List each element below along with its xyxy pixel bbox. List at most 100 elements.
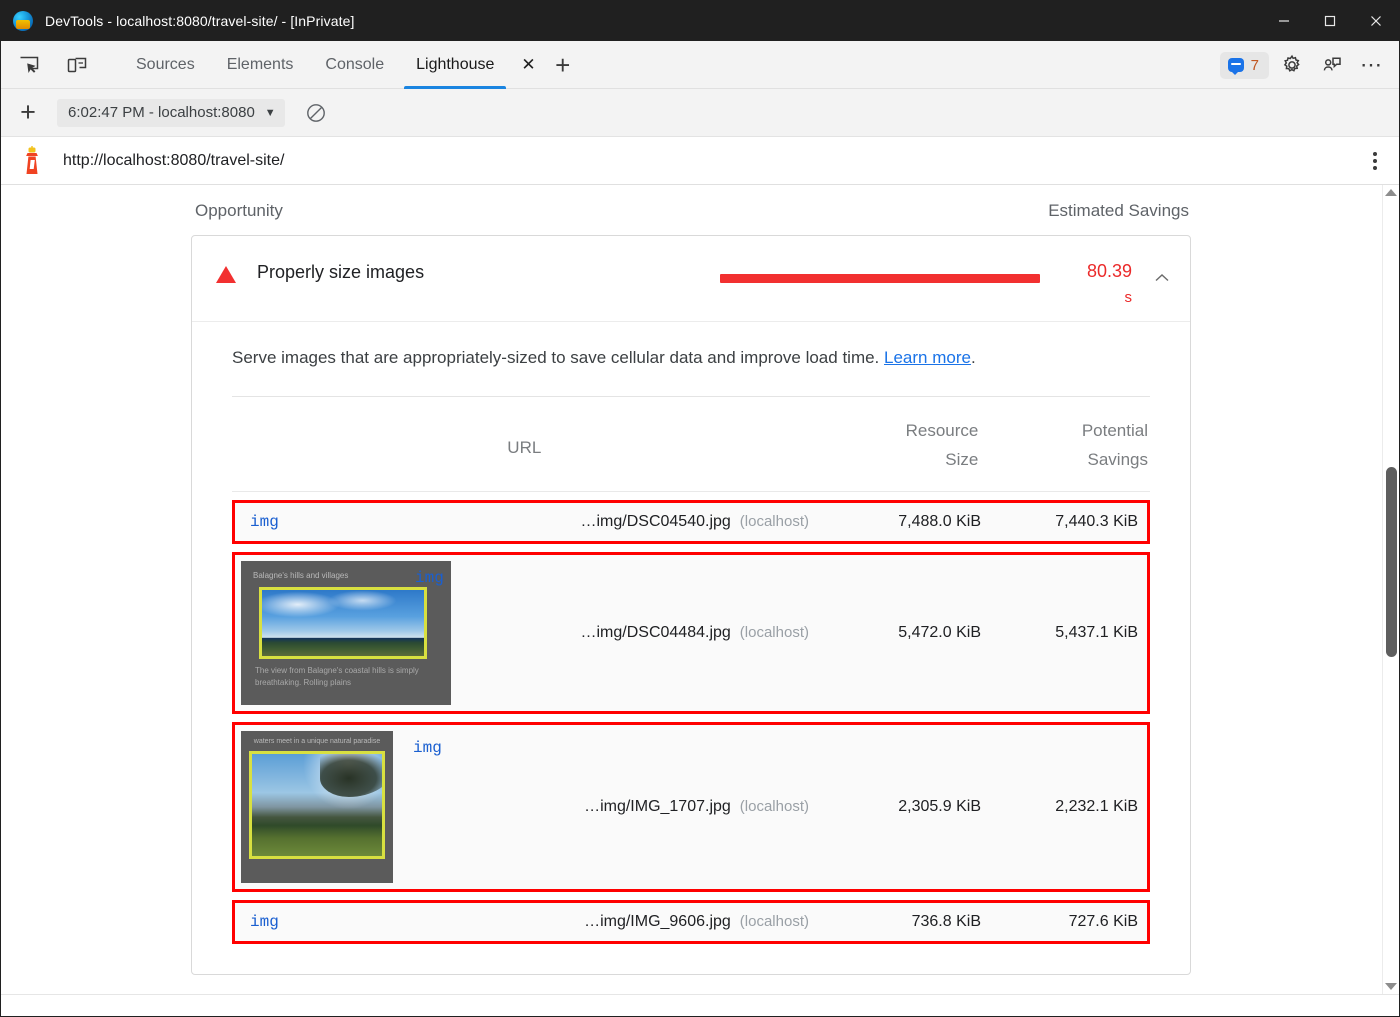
row-potential-savings: 7,440.3 KiB <box>981 513 1147 531</box>
tab-label: Elements <box>227 56 294 74</box>
thumbnail-preview: waters meet in a unique natural paradise <box>241 731 393 883</box>
add-tab-button-wrap: + <box>538 41 580 89</box>
column-header-resource-size: Resource Size <box>817 417 983 475</box>
element-tag[interactable]: img <box>413 739 442 757</box>
toolbar-actions: 7 ⋯ <box>1220 41 1389 89</box>
issues-badge[interactable]: 7 <box>1220 52 1269 79</box>
add-panel-icon[interactable]: + <box>546 48 580 82</box>
run-selector-dropdown[interactable]: 6:02:47 PM - localhost:8080 ▼ <box>57 99 285 127</box>
scroll-down-arrow-icon[interactable] <box>1385 983 1397 990</box>
row-url-cell: …img/IMG_9606.jpg (localhost) <box>355 913 809 931</box>
row-resource-size: 736.8 KiB <box>809 913 981 931</box>
row-resource-size: 5,472.0 KiB <box>809 624 981 642</box>
audit-title: Properly size images <box>257 262 424 283</box>
column-header-url: URL <box>232 417 817 463</box>
photo-image <box>252 754 382 856</box>
row-host: (localhost) <box>740 798 809 815</box>
row-content: img …img/DSC04540.jpg (localhost) 7,488.… <box>235 506 1147 538</box>
maximize-button[interactable] <box>1307 1 1353 41</box>
title-bar: DevTools - localhost:8080/travel-site/ -… <box>1 1 1399 41</box>
window-title: DevTools - localhost:8080/travel-site/ -… <box>45 13 354 29</box>
tab-close-button-wrap: ✕ <box>510 41 537 89</box>
thumbnail-photo <box>259 587 427 659</box>
thumbnail-caption-top: waters meet in a unique natural paradise <box>249 737 385 746</box>
edge-logo-icon <box>13 11 33 31</box>
report-scrollbar[interactable] <box>1382 185 1399 994</box>
audit-header[interactable]: Properly size images 80.39 s <box>192 236 1190 322</box>
more-options-icon[interactable]: ⋯ <box>1355 48 1389 82</box>
savings-bar <box>720 274 1040 283</box>
column-header-potential-savings-line1: Potential <box>982 417 1148 446</box>
close-button[interactable] <box>1353 1 1399 41</box>
table-row[interactable]: waters meet in a unique natural paradise… <box>232 722 1150 892</box>
row-potential-savings: 727.6 KiB <box>981 913 1147 931</box>
audit-header-right: 80.39 s <box>720 258 1172 309</box>
table-row[interactable]: img …img/DSC04540.jpg (localhost) 7,488.… <box>232 500 1150 544</box>
feedback-icon[interactable] <box>1315 48 1349 82</box>
window-controls <box>1261 1 1399 41</box>
inspect-element-icon[interactable] <box>12 48 46 82</box>
title-bar-left: DevTools - localhost:8080/travel-site/ -… <box>1 11 354 31</box>
element-tag[interactable]: img <box>235 913 355 931</box>
row-url: …img/DSC04540.jpg <box>581 513 731 531</box>
thumbnail-caption-bottom: The view from Balagne's coastal hills is… <box>253 665 439 689</box>
message-bubble-icon <box>1228 58 1244 72</box>
active-tab-indicator <box>404 86 506 89</box>
report-url: http://localhost:8080/travel-site/ <box>63 152 284 170</box>
minimize-button[interactable] <box>1261 1 1307 41</box>
row-content: …img/DSC04484.jpg (localhost) 5,472.0 Ki… <box>451 555 1147 711</box>
row-resource-size: 7,488.0 KiB <box>809 513 981 531</box>
audit-description-text: Serve images that are appropriately-size… <box>232 348 879 367</box>
panel-tabs: Sources Elements Console Lighthouse ✕ + <box>120 41 580 89</box>
tab-elements[interactable]: Elements <box>211 41 310 89</box>
tab-label: Lighthouse <box>416 56 494 74</box>
clear-all-button[interactable] <box>301 98 331 128</box>
thumbnail-photo <box>249 751 385 859</box>
audit-description: Serve images that are appropriately-size… <box>192 322 1190 390</box>
table-row[interactable]: Balagne's hills and villages The view fr… <box>232 552 1150 714</box>
row-host: (localhost) <box>740 513 809 530</box>
column-header-potential-savings: Potential Savings <box>982 417 1150 475</box>
device-toolbar-icon[interactable] <box>60 48 94 82</box>
thumbnail-caption-top: Balagne's hills and villages <box>253 571 439 582</box>
table-row[interactable]: img …img/IMG_9606.jpg (localhost) 736.8 … <box>232 900 1150 944</box>
lighthouse-icon <box>19 146 45 176</box>
savings-unit: s <box>1058 286 1132 309</box>
row-url: …img/IMG_9606.jpg <box>584 913 731 931</box>
table-header-row: URL Resource Size Potential Savings <box>232 397 1150 492</box>
savings-value: 80.39 s <box>1058 258 1132 309</box>
scroll-up-arrow-icon[interactable] <box>1385 189 1397 196</box>
gear-icon[interactable] <box>1275 48 1309 82</box>
scrollbar-thumb[interactable] <box>1386 467 1397 657</box>
devtools-window: DevTools - localhost:8080/travel-site/ -… <box>0 0 1400 1017</box>
row-url: …img/DSC04484.jpg <box>581 624 731 642</box>
tab-label: Sources <box>136 56 195 74</box>
tab-sources[interactable]: Sources <box>120 41 211 89</box>
learn-more-link[interactable]: Learn more <box>884 348 971 367</box>
audit-card-properly-size-images: Properly size images 80.39 s <box>191 235 1191 975</box>
report-content: Opportunity Estimated Savings Properly s… <box>191 185 1191 975</box>
row-url-cell: …img/DSC04484.jpg (localhost) <box>451 624 809 642</box>
row-thumbnail: waters meet in a unique natural paradise <box>235 725 393 889</box>
audit-results-table: URL Resource Size Potential Savings <box>232 396 1150 944</box>
chevron-up-icon[interactable] <box>1152 268 1172 288</box>
column-header-resource-size-line1: Resource <box>817 417 979 446</box>
opportunity-table-header: Opportunity Estimated Savings <box>191 193 1191 235</box>
row-resource-size: 2,305.9 KiB <box>809 798 981 816</box>
row-host: (localhost) <box>740 624 809 641</box>
estimated-savings-label: Estimated Savings <box>1048 201 1189 221</box>
report-url-bar: http://localhost:8080/travel-site/ <box>1 137 1399 185</box>
tab-lighthouse[interactable]: Lighthouse <box>400 41 510 89</box>
element-tag[interactable]: img <box>415 569 444 587</box>
row-content: img …img/IMG_9606.jpg (localhost) 736.8 … <box>235 906 1147 938</box>
row-url-cell: …img/DSC04540.jpg (localhost) <box>355 513 809 531</box>
element-tag[interactable]: img <box>235 513 355 531</box>
new-lighthouse-run-button[interactable]: + <box>11 96 45 130</box>
tab-console[interactable]: Console <box>309 41 400 89</box>
chevron-down-icon: ▼ <box>265 107 276 119</box>
close-tab-icon[interactable]: ✕ <box>521 56 535 73</box>
savings-number: 80.39 <box>1087 261 1132 281</box>
kebab-menu-icon[interactable] <box>1373 152 1377 170</box>
opportunity-label: Opportunity <box>195 201 283 221</box>
column-header-resource-size-line2: Size <box>817 446 979 475</box>
